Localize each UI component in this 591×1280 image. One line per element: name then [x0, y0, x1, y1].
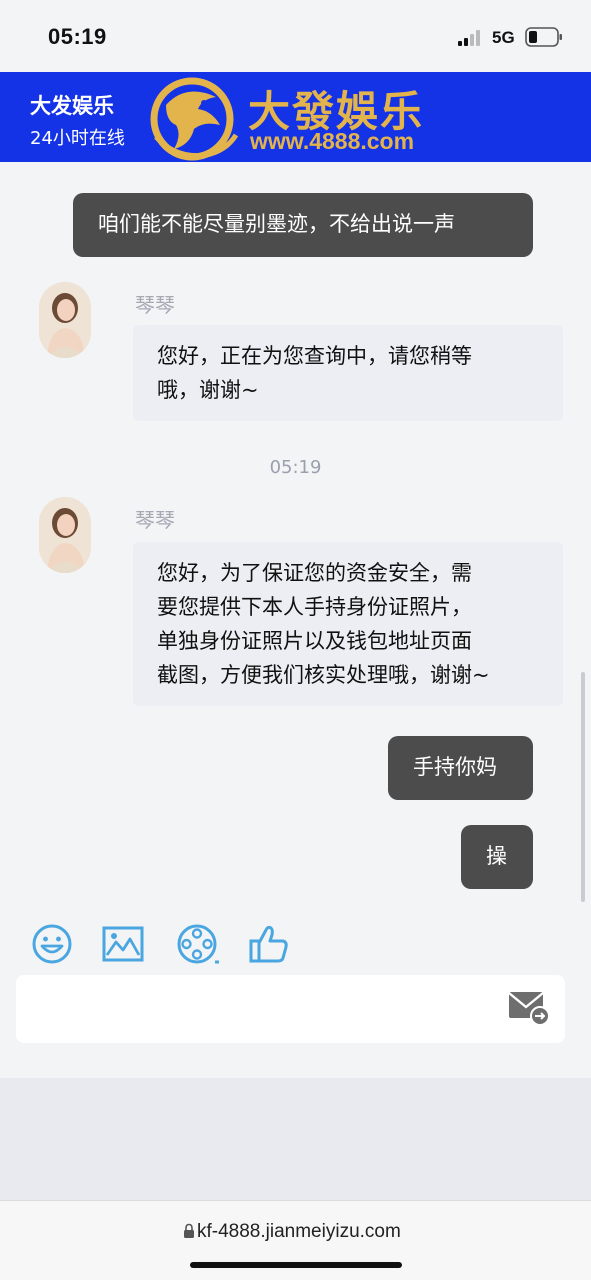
chat-messages: 咱们能不能尽量别墨迹，不给出说一声 琴琴 您好，正在为您查询中，请您稍等 哦，谢… — [0, 162, 591, 910]
dragon-logo-icon — [150, 77, 239, 161]
agent-message: 您好，正在为您查询中，请您稍等 哦，谢谢~ — [133, 325, 563, 421]
avatar-image — [39, 282, 91, 358]
agent-name: 琴琴 — [135, 508, 175, 532]
browser-url-bar[interactable]: kf-4888.jianmeiyizu.com — [0, 1200, 591, 1280]
agent-message: 您好，为了保证您的资金安全，需 要您提供下本人手持身份证照片， 单独身份证照片以… — [133, 542, 563, 706]
message-line: 您好，为了保证您的资金安全，需 — [157, 561, 472, 585]
chat-toolbar — [0, 910, 591, 976]
status-time: 05:19 — [48, 24, 107, 49]
message-line: 要您提供下本人手持身份证照片， — [157, 595, 472, 619]
thumbs-up-icon[interactable] — [247, 922, 291, 966]
message-text: 咱们能不能尽量别墨迹，不给出说一声 — [98, 212, 455, 236]
page-bottom-area — [0, 1078, 591, 1200]
lock-icon — [184, 1223, 194, 1238]
header-title: 大发娱乐 — [30, 94, 114, 118]
chat-header: 大发娱乐 24小时在线 大發娛乐 www.4888.com — [0, 72, 591, 162]
home-indicator[interactable] — [190, 1262, 402, 1268]
message-input[interactable] — [16, 975, 565, 1043]
signal-icon — [458, 30, 480, 46]
message-text: 操 — [486, 844, 507, 868]
status-bar: 05:19 5G — [0, 0, 591, 72]
user-message: 手持你妈 — [388, 736, 533, 800]
agent-avatar[interactable] — [39, 497, 91, 573]
message-line: 截图，方便我们核实处理哦，谢谢~ — [157, 663, 490, 687]
chat-scrollbar[interactable] — [581, 672, 585, 902]
emoji-icon[interactable] — [30, 922, 74, 966]
user-message: 操 — [461, 825, 533, 889]
image-icon[interactable] — [101, 922, 145, 966]
mail-send-icon[interactable] — [508, 989, 550, 1027]
message-line: 单独身份证照片以及钱包地址页面 — [157, 629, 472, 653]
user-message: 咱们能不能尽量别墨迹，不给出说一声 — [73, 193, 533, 257]
agent-avatar[interactable] — [39, 282, 91, 358]
agent-name: 琴琴 — [135, 293, 175, 317]
message-timestamp: 05:19 — [269, 457, 322, 478]
network-type: 5G — [492, 28, 515, 47]
video-icon[interactable] — [175, 922, 219, 966]
battery-icon — [525, 27, 562, 47]
logo-url: www.4888.com — [250, 128, 415, 154]
avatar-image — [39, 497, 91, 573]
message-line: 您好，正在为您查询中，请您稍等 — [157, 344, 472, 368]
url-text: kf-4888.jianmeiyizu.com — [197, 1221, 401, 1242]
header-subtitle: 24小时在线 — [30, 128, 125, 149]
message-line: 哦，谢谢~ — [157, 378, 259, 402]
message-text: 手持你妈 — [413, 755, 497, 779]
